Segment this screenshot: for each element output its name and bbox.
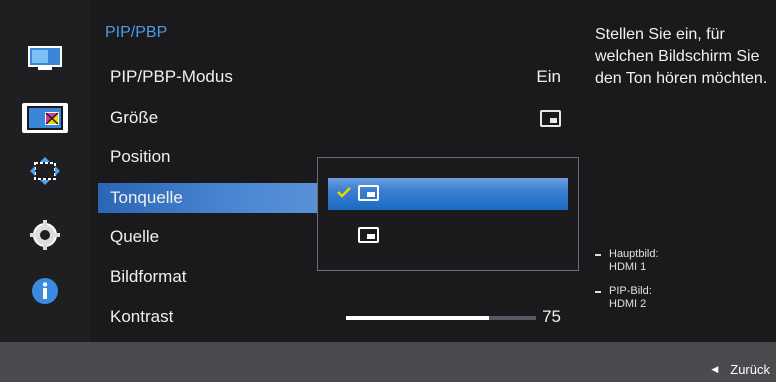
menu-category-bar — [0, 0, 90, 342]
info-value: HDMI 2 — [609, 298, 647, 310]
pip-pbp-icon[interactable] — [22, 103, 68, 133]
sub-picture-sound-icon — [358, 227, 379, 243]
contrast-value: 75 — [542, 307, 561, 326]
main-picture-sound-icon — [358, 185, 379, 201]
onscreen-display-icon[interactable] — [22, 156, 68, 186]
menu-item-label: Bildformat — [110, 267, 187, 286]
contrast-slider[interactable] — [346, 316, 536, 320]
checkmark-icon — [337, 187, 351, 198]
information-icon[interactable] — [22, 276, 68, 306]
menu-item-label: Quelle — [110, 227, 160, 246]
menu-item-value: Ein — [536, 67, 561, 86]
option-sub-picture-sound[interactable] — [328, 220, 568, 252]
menu-item-size[interactable]: Größe — [98, 103, 575, 133]
picture-icon[interactable] — [22, 44, 68, 74]
bullet-dash — [595, 291, 601, 293]
menu-title: PIP/PBP — [105, 24, 168, 41]
info-label: Hauptbild: — [609, 248, 659, 260]
menu-item-label: Tonquelle — [110, 188, 183, 207]
help-panel: Stellen Sie ein, für welchen Bildschirm … — [585, 0, 776, 342]
option-main-picture-sound[interactable] — [328, 178, 568, 210]
help-description: Stellen Sie ein, für welchen Bildschirm … — [595, 26, 768, 87]
menu-item-contrast[interactable]: Kontrast 75 — [98, 302, 575, 332]
system-icon[interactable] — [22, 220, 68, 250]
sound-source-dropdown — [317, 157, 579, 271]
info-label: PIP-Bild: — [609, 285, 652, 297]
back-label: Zurück — [730, 362, 770, 377]
contrast-slider-fill — [346, 316, 489, 320]
back-button[interactable]: ◀ Zurück — [711, 362, 770, 377]
menu-item-label: PIP/PBP-Modus — [110, 67, 233, 86]
menu-item-label: Größe — [110, 108, 159, 127]
bullet-dash — [595, 254, 601, 256]
left-arrow-icon: ◀ — [711, 364, 719, 374]
pip-size-icon — [540, 110, 561, 127]
menu-item-label: Position — [110, 147, 171, 166]
menu-item-pip-pbp-mode[interactable]: PIP/PBP-Modus Ein — [98, 62, 575, 92]
menu-item-label: Kontrast — [110, 307, 174, 326]
info-value: HDMI 1 — [609, 261, 647, 273]
bottom-bar: ◀ Zurück — [0, 342, 776, 382]
menu-item-sound-source[interactable]: Tonquelle — [98, 183, 328, 213]
